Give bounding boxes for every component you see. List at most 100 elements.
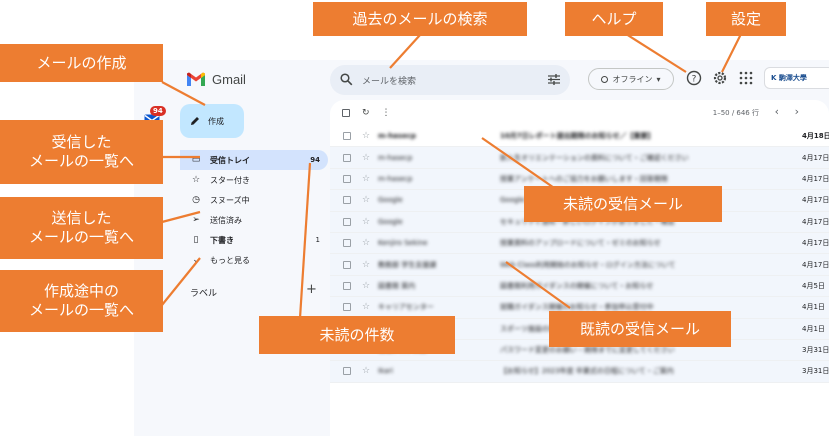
callout-drafts: 作成途中の メールの一覧へ — [0, 270, 163, 332]
mail-date: 4月17日 — [802, 217, 829, 226]
row-checkbox[interactable] — [343, 153, 351, 162]
clock-icon: ◷ — [192, 195, 200, 205]
sidebar-item-inbox[interactable]: ▭ 受信トレイ 94 — [180, 150, 328, 170]
help-icon[interactable]: ? — [686, 70, 702, 86]
callout-sent: 送信した メールの一覧へ — [0, 197, 163, 259]
sidebar-item-label: もっと見る — [210, 255, 250, 265]
star-icon[interactable]: ☆ — [362, 238, 370, 248]
offline-label: オフライン — [612, 74, 653, 84]
callout-drafts-line1: 作成途中の — [43, 282, 119, 301]
mail-subject: 10月7日レポート提出期限のお知らせ／【重要】 — [500, 132, 655, 141]
more-options-icon[interactable]: ⋮ — [382, 108, 391, 118]
star-icon[interactable]: ☆ — [362, 195, 370, 205]
search-input[interactable]: メールを検索 — [362, 74, 416, 87]
mail-sender: Google — [378, 217, 403, 226]
app-name: Gmail — [212, 71, 246, 87]
gmail-m-icon — [187, 72, 205, 86]
mail-row[interactable]: ☆ 図書館 案内 図書館利用ガイダンスの開催について・お知らせ 4月5日 — [330, 275, 829, 298]
mail-row[interactable]: ☆ 教務部 学生支援課 Web Class利用開始のお知らせ・ログイン方法について 4… — [330, 254, 829, 276]
row-checkbox[interactable] — [343, 367, 351, 376]
star-icon[interactable]: ☆ — [362, 217, 370, 227]
mail-sender: Ikari — [378, 367, 394, 376]
callout-compose: メールの作成 — [0, 44, 163, 82]
mail-sender: m-hasecp — [378, 174, 413, 183]
star-icon: ☆ — [191, 175, 201, 185]
mail-sender: Google — [378, 196, 403, 205]
callout-search: 過去のメールの検索 — [313, 2, 527, 36]
mail-sender: キャリアセンター — [378, 303, 434, 312]
sidebar-item-more[interactable]: ⌄ もっと見る — [180, 250, 328, 270]
mail-subject: 授業アンケートへのご協力をお願いします・回答期限 — [500, 174, 668, 183]
sidebar-item-starred[interactable]: ☆ スター付き — [180, 170, 328, 190]
search-icon[interactable] — [340, 73, 353, 86]
next-page-icon[interactable]: › — [795, 105, 799, 118]
pencil-icon — [191, 117, 199, 125]
refresh-icon[interactable]: ↻ — [362, 108, 370, 118]
row-checkbox[interactable] — [343, 239, 351, 248]
sidebar-item-label: スヌーズ中 — [210, 195, 250, 205]
star-icon[interactable]: ☆ — [362, 366, 370, 376]
sidebar-item-drafts[interactable]: ▯ 下書き 1 — [180, 230, 328, 250]
mail-date: 4月17日 — [802, 196, 829, 205]
callout-settings: 設定 — [706, 2, 786, 36]
row-checkbox[interactable] — [343, 196, 351, 205]
sidebar-item-snoozed[interactable]: ◷ スヌーズ中 — [180, 190, 328, 210]
chevron-down-icon: ⌄ — [192, 255, 200, 265]
row-checkbox[interactable] — [343, 174, 351, 183]
chevron-down-icon: ▾ — [656, 74, 661, 84]
callout-inbox-line1: 受信した — [51, 133, 112, 152]
callout-help: ヘルプ — [565, 2, 663, 36]
gmail-logo[interactable]: Gmail — [186, 70, 246, 88]
mail-sender: m-hasecp — [378, 153, 413, 162]
sidebar-item-label: スター付き — [210, 175, 250, 185]
mail-row[interactable]: ☆ Ikari 【お知らせ】2023年度 卒業式の日程について・ご案内 3月31日 — [330, 361, 829, 383]
inbox-icon: ▭ — [191, 155, 201, 165]
search-bar[interactable]: メールを検索 — [330, 65, 570, 95]
star-icon[interactable]: ☆ — [362, 174, 370, 184]
sidebar-nav: ▭ 受信トレイ 94 ☆ スター付き ◷ スヌーズ中 ➢ 送信済み ▯ 下書き … — [180, 150, 328, 270]
apps-grid-icon[interactable] — [738, 70, 754, 86]
row-checkbox[interactable] — [343, 303, 351, 312]
star-icon[interactable]: ☆ — [362, 260, 370, 270]
select-all-checkbox[interactable] — [342, 109, 350, 117]
mail-date: 4月1日 — [802, 303, 825, 312]
prev-page-icon[interactable]: ‹ — [775, 105, 779, 118]
draft-icon: ▯ — [193, 235, 199, 245]
gear-icon[interactable] — [712, 70, 728, 86]
add-label-button[interactable]: + — [306, 282, 317, 297]
row-checkbox[interactable] — [343, 132, 351, 141]
mail-subject: 新入生オリエンテーションの資料について・ご確認ください — [500, 153, 689, 162]
org-name: K 駒澤大學 — [771, 74, 807, 82]
sidebar-item-label: 下書き — [210, 235, 234, 245]
mail-date: 3月31日 — [802, 346, 829, 355]
mail-row[interactable]: ☆ m-hasecp 新入生オリエンテーションの資料について・ご確認ください 4月17… — [330, 147, 829, 169]
mail-subject: 【お知らせ】2023年度 卒業式の日程について・ご案内 — [500, 367, 674, 376]
mail-row[interactable]: ☆ Kenjiro Sekine 授業資料のアップロードについて・ゼミのお知らせ 4月… — [330, 232, 829, 255]
callout-read-mail: 既読の受信メール — [549, 311, 731, 347]
mail-date: 4月18日 — [802, 132, 829, 141]
mail-row[interactable]: ☆ m-hasecp 10月7日レポート提出期限のお知らせ／【重要】 4月18日 — [330, 126, 829, 148]
callout-unread-count: 未読の件数 — [259, 316, 455, 354]
mail-toolbar: ↻ ⋮ 1–50 / 646 行 ‹ › — [330, 100, 829, 126]
row-checkbox[interactable] — [343, 260, 351, 269]
unread-count: 94 — [310, 156, 320, 164]
pagination-label: 1–50 / 646 行 — [712, 109, 759, 117]
star-icon[interactable]: ☆ — [362, 153, 370, 163]
mail-date: 4月17日 — [802, 153, 829, 162]
labels-heading: ラベル — [190, 289, 218, 299]
sidebar-item-sent[interactable]: ➢ 送信済み — [180, 210, 328, 230]
mail-date: 4月17日 — [802, 239, 829, 248]
compose-button[interactable]: 作成 — [180, 104, 244, 138]
offline-status-button[interactable]: オフライン ▾ — [588, 68, 674, 90]
row-checkbox[interactable] — [343, 217, 351, 226]
star-icon[interactable]: ☆ — [362, 302, 370, 312]
mail-subject: 授業資料のアップロードについて・ゼミのお知らせ — [500, 239, 661, 248]
row-checkbox[interactable] — [343, 281, 351, 290]
star-icon[interactable]: ☆ — [362, 281, 370, 291]
mail-date: 3月31日 — [802, 367, 829, 376]
send-icon: ➢ — [192, 215, 200, 225]
organization-logo[interactable]: K 駒澤大學 — [764, 67, 829, 89]
draft-count: 1 — [315, 236, 320, 244]
star-icon[interactable]: ☆ — [362, 131, 370, 141]
search-options-icon[interactable] — [548, 74, 560, 85]
